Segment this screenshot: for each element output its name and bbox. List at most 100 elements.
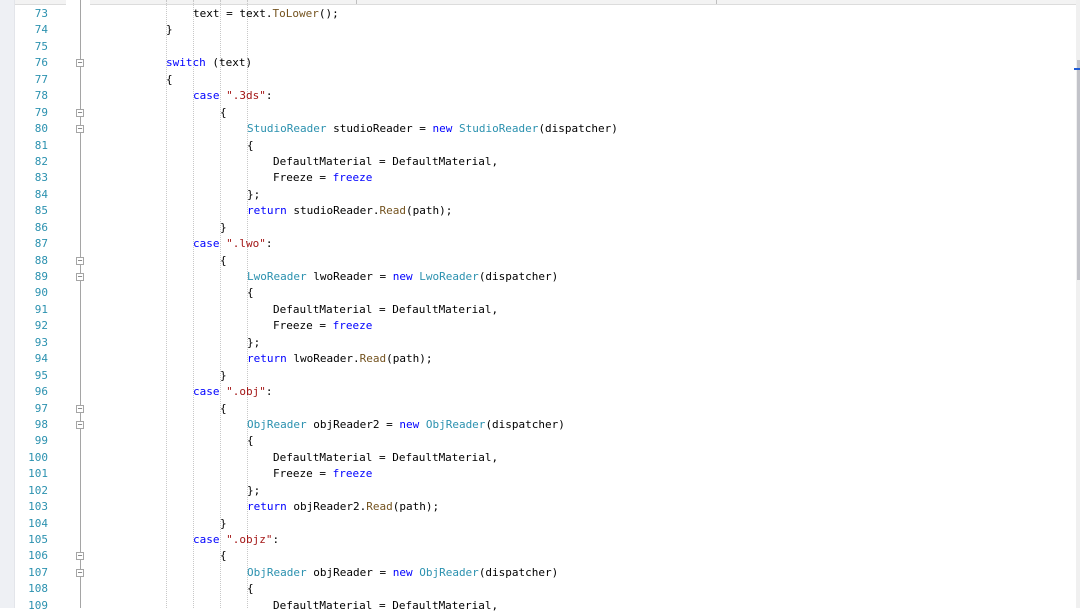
code-line[interactable]: 87 case ".lwo":	[0, 236, 1080, 252]
code-text[interactable]: Freeze = freeze	[273, 466, 372, 482]
code-text[interactable]: {	[247, 285, 254, 301]
code-text[interactable]: };	[247, 483, 260, 499]
collapse-toggle-icon[interactable]: −	[76, 552, 84, 561]
code-text[interactable]: {	[247, 433, 254, 449]
code-line[interactable]: 103 return objReader2.Read(path);	[0, 499, 1080, 515]
code-token: objReader2.	[286, 500, 367, 514]
code-text[interactable]: case ".obj":	[193, 384, 273, 400]
code-text[interactable]: {	[166, 72, 173, 88]
code-text[interactable]: DefaultMaterial = DefaultMaterial,	[273, 450, 498, 466]
code-line[interactable]: 96 case ".obj":	[0, 384, 1080, 400]
code-line[interactable]: 98− ObjReader objReader2 = new ObjReader(…	[0, 417, 1080, 433]
code-text[interactable]: return lwoReader.Read(path);	[247, 351, 432, 367]
code-line[interactable]: 74}	[0, 22, 1080, 38]
code-line[interactable]: 106 − {	[0, 548, 1080, 564]
code-text[interactable]: {	[220, 401, 227, 417]
code-text[interactable]: Freeze = freeze	[273, 170, 372, 186]
code-line[interactable]: 85 return studioReader.Read(path);	[0, 203, 1080, 219]
code-line[interactable]: 109 DefaultMaterial = DefaultMaterial,	[0, 598, 1080, 614]
code-text[interactable]: LwoReader lwoReader = new LwoReader(disp…	[247, 269, 558, 285]
code-text[interactable]: DefaultMaterial = DefaultMaterial,	[273, 598, 498, 614]
line-number: 97	[34, 401, 48, 415]
collapse-toggle-icon[interactable]: −	[76, 273, 84, 281]
collapse-toggle-icon[interactable]: −	[76, 125, 84, 134]
code-line[interactable]: 81 {	[0, 138, 1080, 154]
code-text[interactable]: StudioReader studioReader = new StudioRe…	[247, 121, 618, 137]
code-text[interactable]: return studioReader.Read(path);	[247, 203, 452, 219]
code-text[interactable]: case ".lwo":	[193, 236, 273, 252]
line-number: 108	[28, 582, 48, 596]
code-text[interactable]: case ".objz":	[193, 532, 279, 548]
code-line[interactable]: 84};	[0, 187, 1080, 203]
code-line[interactable]: 88 − {	[0, 253, 1080, 269]
code-token: ObjReader	[425, 417, 486, 431]
code-text[interactable]: {	[247, 138, 254, 154]
code-line[interactable]: 107− ObjReader objReader = new ObjReader(…	[0, 565, 1080, 581]
code-text[interactable]: {	[220, 105, 227, 121]
code-text[interactable]: }	[220, 368, 227, 384]
code-line[interactable]: 100 DefaultMaterial = DefaultMaterial,	[0, 450, 1080, 466]
code-text[interactable]: text = text.ToLower();	[193, 6, 339, 22]
code-line[interactable]: 86}	[0, 220, 1080, 236]
code-line[interactable]: 95}	[0, 368, 1080, 384]
code-token: {	[220, 253, 227, 267]
vertical-scrollbar[interactable]	[1076, 0, 1080, 608]
editor-navigation-bar[interactable]	[0, 0, 1080, 5]
code-text[interactable]: }	[220, 220, 227, 236]
line-number: 91	[34, 302, 48, 316]
code-line[interactable]: 73 text = text.ToLower();	[0, 6, 1080, 22]
code-text[interactable]: ObjReader objReader2 = new ObjReader(dis…	[247, 417, 565, 433]
code-line[interactable]: 92 Freeze = freeze	[0, 318, 1080, 334]
code-line[interactable]: 78 case ".3ds":	[0, 88, 1080, 104]
code-line[interactable]: 89− LwoReader lwoReader = new LwoReader(d…	[0, 269, 1080, 285]
collapse-toggle-icon[interactable]: −	[76, 404, 84, 413]
code-line[interactable]: 80 − StudioReader studioReader = new Studi…	[0, 121, 1080, 137]
code-line[interactable]: 91 DefaultMaterial = DefaultMaterial,	[0, 302, 1080, 318]
code-text[interactable]: DefaultMaterial = DefaultMaterial,	[273, 154, 498, 170]
code-text[interactable]: {	[247, 581, 254, 597]
code-text[interactable]: ObjReader objReader = new ObjReader(disp…	[247, 565, 558, 581]
code-line[interactable]: 82 DefaultMaterial = DefaultMaterial,	[0, 154, 1080, 170]
code-line[interactable]: 76 − switch (text)	[0, 55, 1080, 71]
code-line[interactable]: 101 Freeze = freeze	[0, 466, 1080, 482]
code-line[interactable]: 79 − {	[0, 105, 1080, 121]
code-text[interactable]: };	[247, 187, 260, 203]
code-token: ObjReader	[247, 565, 307, 579]
collapse-toggle-icon[interactable]: −	[76, 420, 84, 429]
caret-position-marker	[1074, 68, 1080, 70]
code-line[interactable]: 108 {	[0, 581, 1080, 597]
collapse-toggle-icon[interactable]: −	[76, 256, 84, 265]
code-editor[interactable]: 73 text = text.ToLower(); 74} 75 76− switch (…	[0, 6, 1080, 614]
code-line[interactable]: 104}	[0, 516, 1080, 532]
code-text[interactable]: {	[220, 253, 227, 269]
code-text[interactable]: {	[220, 548, 227, 564]
nav-dropdown-project[interactable]	[86, 0, 357, 4]
collapse-toggle-icon[interactable]: −	[76, 568, 84, 577]
code-line[interactable]: 102};	[0, 483, 1080, 499]
code-line[interactable]: 97 − {	[0, 401, 1080, 417]
code-line[interactable]: 93};	[0, 335, 1080, 351]
code-text[interactable]: };	[247, 335, 260, 351]
code-token: return	[247, 204, 287, 218]
collapse-toggle-icon[interactable]: −	[76, 108, 84, 117]
code-line[interactable]: 83 Freeze = freeze	[0, 170, 1080, 186]
nav-dropdown-member[interactable]	[716, 0, 1080, 4]
nav-dropdown-type[interactable]	[356, 0, 717, 4]
code-line[interactable]: 94 return lwoReader.Read(path);	[0, 351, 1080, 367]
code-text[interactable]: DefaultMaterial = DefaultMaterial,	[273, 302, 498, 318]
code-text[interactable]: switch (text)	[166, 55, 252, 71]
code-line[interactable]: 75	[0, 39, 1080, 55]
code-line[interactable]: 105 case ".objz":	[0, 532, 1080, 548]
code-token: case	[193, 89, 220, 103]
code-text[interactable]: }	[166, 22, 173, 38]
collapse-toggle-icon[interactable]: −	[76, 59, 84, 68]
code-token: freeze	[332, 171, 373, 185]
code-line[interactable]: 77 {	[0, 72, 1080, 88]
code-line[interactable]: 99 {	[0, 433, 1080, 449]
code-text[interactable]: }	[220, 516, 227, 532]
code-line[interactable]: 90 {	[0, 285, 1080, 301]
code-text[interactable]: Freeze = freeze	[273, 318, 372, 334]
code-token: }	[166, 23, 173, 37]
code-text[interactable]: return objReader2.Read(path);	[247, 499, 439, 515]
code-text[interactable]: case ".3ds":	[193, 88, 273, 104]
